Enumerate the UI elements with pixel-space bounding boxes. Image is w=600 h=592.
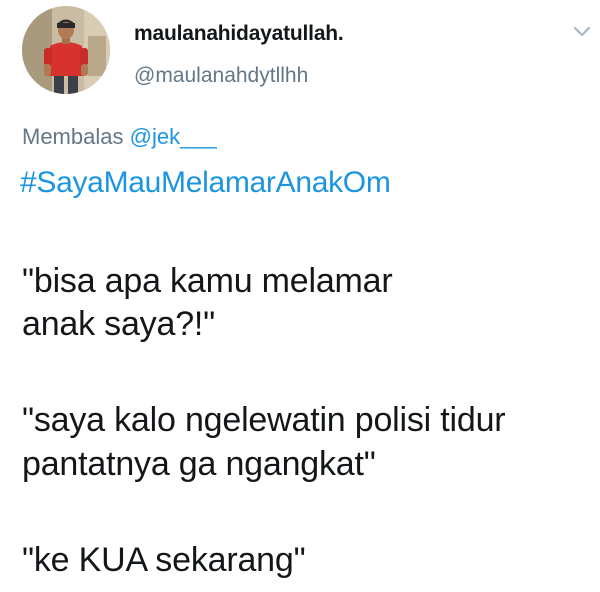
tweet-text-line: "saya kalo ngelewatin polisi tidur	[22, 401, 506, 439]
tweet-card: maulanahidayatullah. @maulanahdytllhh Me…	[0, 0, 600, 592]
tweet-text-line: "bisa apa kamu melamar	[22, 262, 393, 300]
chevron-down-icon[interactable]	[572, 22, 592, 42]
tweet-text-line: "ke KUA sekarang"	[22, 541, 306, 579]
reply-mention-link[interactable]: @jek___	[130, 124, 217, 149]
hashtag-link[interactable]: #SayaMauMelamarAnakOm	[20, 166, 391, 200]
reply-prefix: Membalas	[22, 124, 124, 149]
tweet-text-line: pantatnya ga ngangkat"	[22, 445, 376, 483]
avatar-photo-icon	[22, 6, 110, 94]
reply-context: Membalas @jek___	[22, 124, 217, 150]
author-display-name[interactable]: maulanahidayatullah.	[134, 22, 344, 46]
author-avatar[interactable]	[22, 6, 110, 94]
author-handle[interactable]: @maulanahdytllhh	[134, 64, 308, 88]
tweet-text-line: anak saya?!"	[22, 305, 216, 343]
